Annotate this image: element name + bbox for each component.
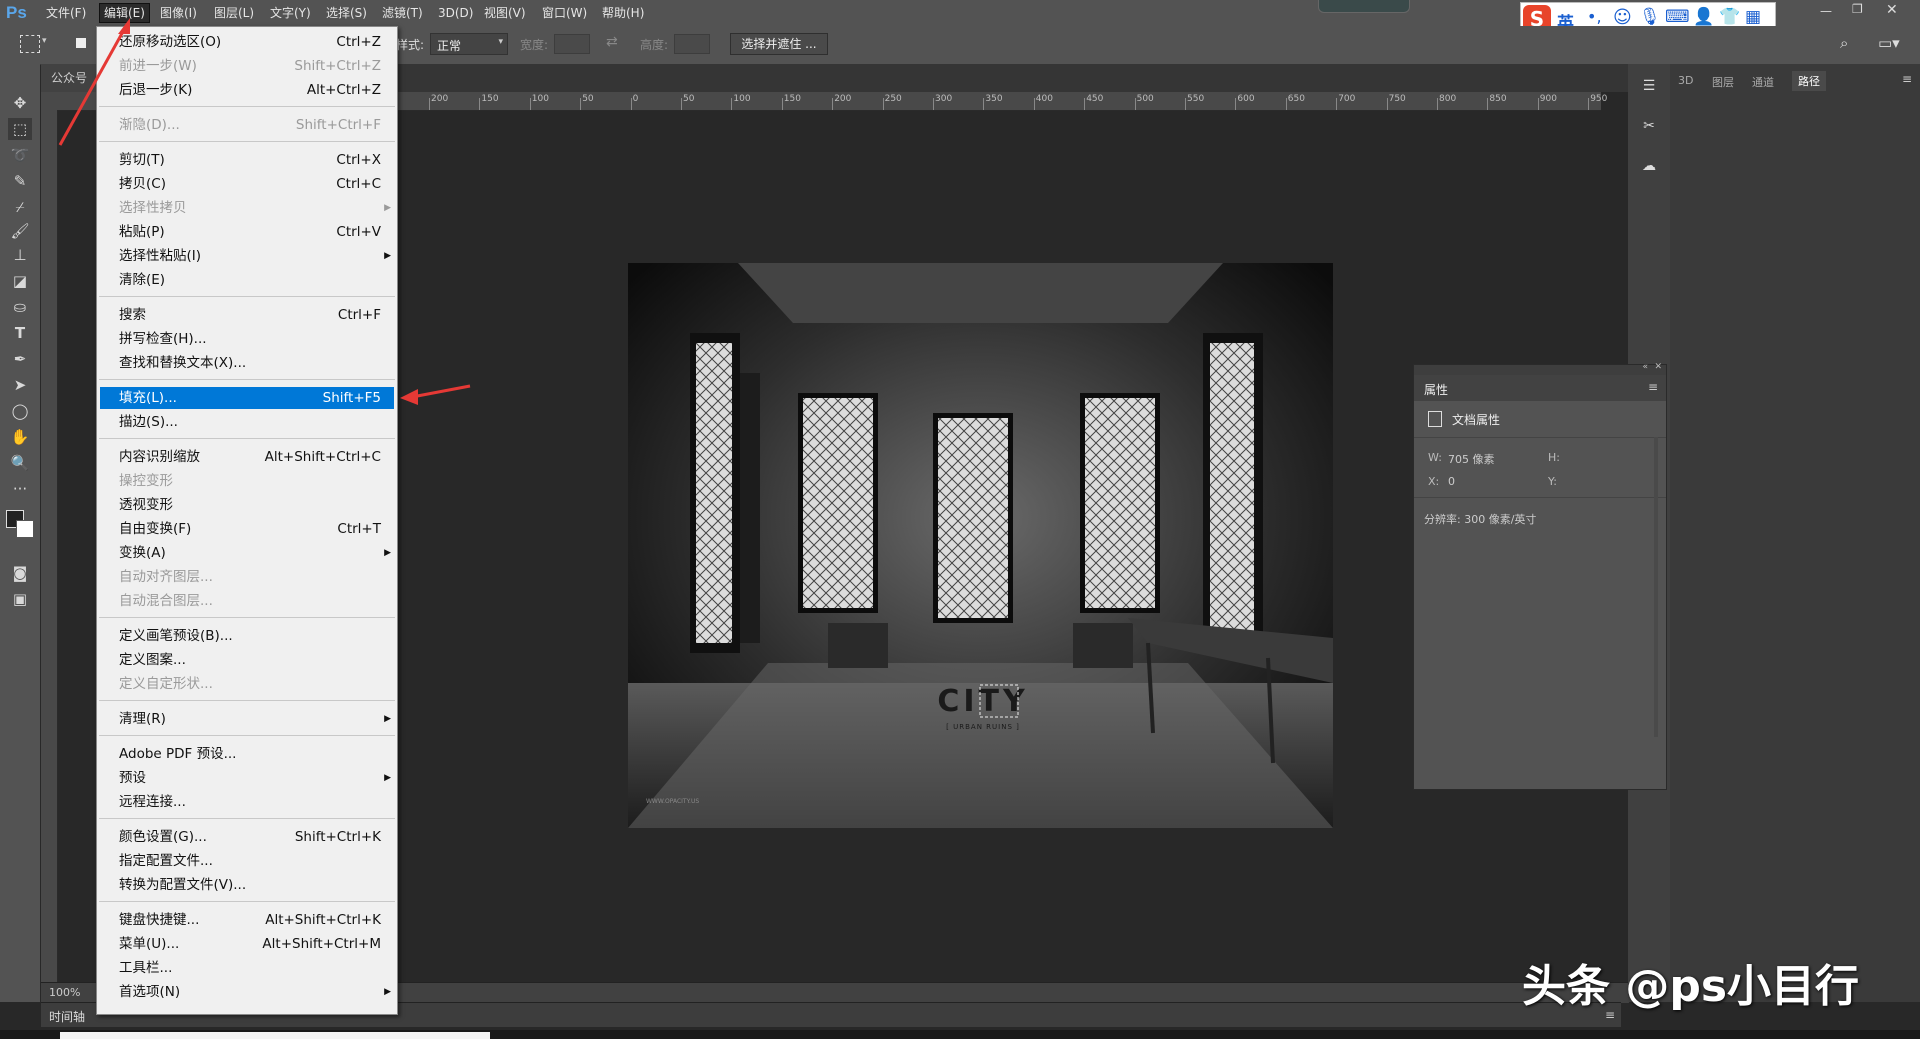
- arrow-head: [118, 18, 130, 34]
- annotation-arrows: [58, 18, 471, 405]
- arrow-head: [400, 389, 418, 405]
- arrow-to-edit-menu: [58, 27, 127, 146]
- arrow-to-fill: [411, 384, 471, 399]
- source-watermark: 头条 @ps小目行: [1522, 961, 1860, 1012]
